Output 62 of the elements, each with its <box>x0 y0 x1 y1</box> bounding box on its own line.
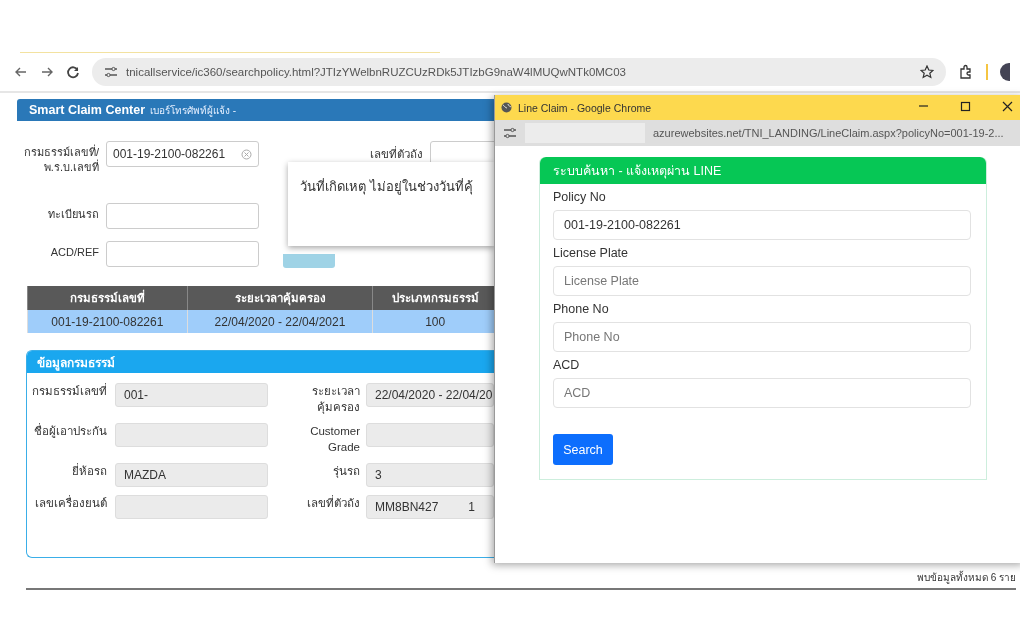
input-field[interactable]: License Plate <box>553 266 971 296</box>
field-label: Customer Grade <box>309 424 360 455</box>
field-label: License Plate <box>553 246 630 260</box>
field-label: เลขที่ตัวถัง <box>369 145 423 162</box>
field-label: เลขเครื่องยนต์ <box>34 495 107 511</box>
placeholder-text: ACD <box>564 386 591 400</box>
field-label: ระยะเวลาคุ้มครอง <box>311 384 360 415</box>
field-value: 001- <box>124 388 149 402</box>
record-count-text: พบข้อมูลทั้งหมด 6 ราย <box>916 570 1016 585</box>
input-field[interactable] <box>106 203 259 229</box>
placeholder-text: License Plate <box>564 274 640 288</box>
field-label: เลขที่ตัวถัง <box>306 495 360 511</box>
input-field[interactable]: ACD <box>553 378 971 408</box>
star-icon[interactable] <box>920 65 934 79</box>
input-field[interactable]: 001-19-2100-082261 <box>553 210 971 240</box>
field-label: ทะเบียนรถ <box>47 207 99 222</box>
column-header: ระยะเวลาคุ้มครอง <box>187 286 373 310</box>
input-field[interactable] <box>106 241 259 267</box>
field-label: ACD <box>553 358 581 372</box>
table-cell: 001-19-2100-082261 <box>27 310 188 333</box>
field-label: กรมธรรม์เลขที่/พ.ร.บ.เลขที่ <box>22 143 99 175</box>
field-label: ชื่อผู้เอาประกัน <box>33 423 107 439</box>
site-settings-icon[interactable] <box>503 127 517 139</box>
reload-icon[interactable] <box>66 65 80 79</box>
table-cell: 22/04/2020 - 22/04/2021 <box>187 310 373 333</box>
extension-icon[interactable] <box>958 64 974 80</box>
placeholder-text: Phone No <box>564 330 620 344</box>
window-title: Line Claim - Google Chrome <box>518 101 653 114</box>
field-value: 3 <box>375 468 382 482</box>
field-value: 22/04/2020 - 22/04/20 <box>375 388 493 402</box>
input-field[interactable]: 001-19-2100-082261 <box>106 141 259 167</box>
site-settings-icon[interactable] <box>104 66 118 78</box>
field-value: MAZDA <box>124 468 166 482</box>
column-header: ประเภทกรมธรรม์ <box>372 286 497 310</box>
alert-message: วันที่เกิดเหตุ ไม่อยู่ในช่วงวันที่คุ้ <box>300 179 473 194</box>
url-text: azurewebsites.net/TNI_LANDING/LineClaim.aspx?policyNo=001-19-2... <box>653 127 1004 139</box>
field-label: Phone No <box>553 302 610 316</box>
table-cell: 100 <box>372 310 497 333</box>
table-row[interactable]: 001-19-2100-082261 22/04/2020 - 22/04/2021 100 <box>27 310 497 333</box>
field-label: กรมธรรม์เลขที่ <box>31 383 107 399</box>
profile-avatar[interactable] <box>1000 63 1010 81</box>
column-header: กรมธรรม์เลขที่ <box>27 286 188 310</box>
field-value: MM8BN427 1 <box>375 500 476 514</box>
close-icon <box>1001 101 1013 112</box>
minimize-icon <box>917 105 929 107</box>
field-label: ยี่ห้อรถ <box>71 463 107 479</box>
app-title: Smart Claim Center <box>29 103 145 117</box>
field-label: รุ่นรถ <box>332 464 360 479</box>
url-text: tnicallservice/ic360/searchpolicy.html?JTIzYWelbnRUZCUzRDk5JTIzbG9naW4lMUQwNTk0MC03 <box>126 66 626 78</box>
field-label: Policy No <box>553 190 607 204</box>
address-bar[interactable]: tnicallservice/ic360/searchpolicy.html?JTIzYWelbnRUZCUzRDk5JTIzbG9naW4lMUQwNTk0MC03 <box>92 58 946 86</box>
globe-icon <box>501 102 512 113</box>
forward-icon[interactable] <box>40 65 54 79</box>
search-button[interactable]: Search <box>553 434 613 465</box>
back-icon[interactable] <box>14 65 28 79</box>
input-field[interactable]: Phone No <box>553 322 971 352</box>
field-value: 001-19-2100-082261 <box>564 218 681 232</box>
field-label: ACD/REF <box>49 245 99 260</box>
card-header: ระบบค้นหา - แจ้งเหตุผ่าน LINE <box>540 157 986 184</box>
caller-phone-text: เบอร์โทรศัพท์ผู้แจ้ง - <box>150 103 237 118</box>
field-value: 001-19-2100-082261 <box>113 147 226 161</box>
maximize-icon <box>960 101 970 112</box>
